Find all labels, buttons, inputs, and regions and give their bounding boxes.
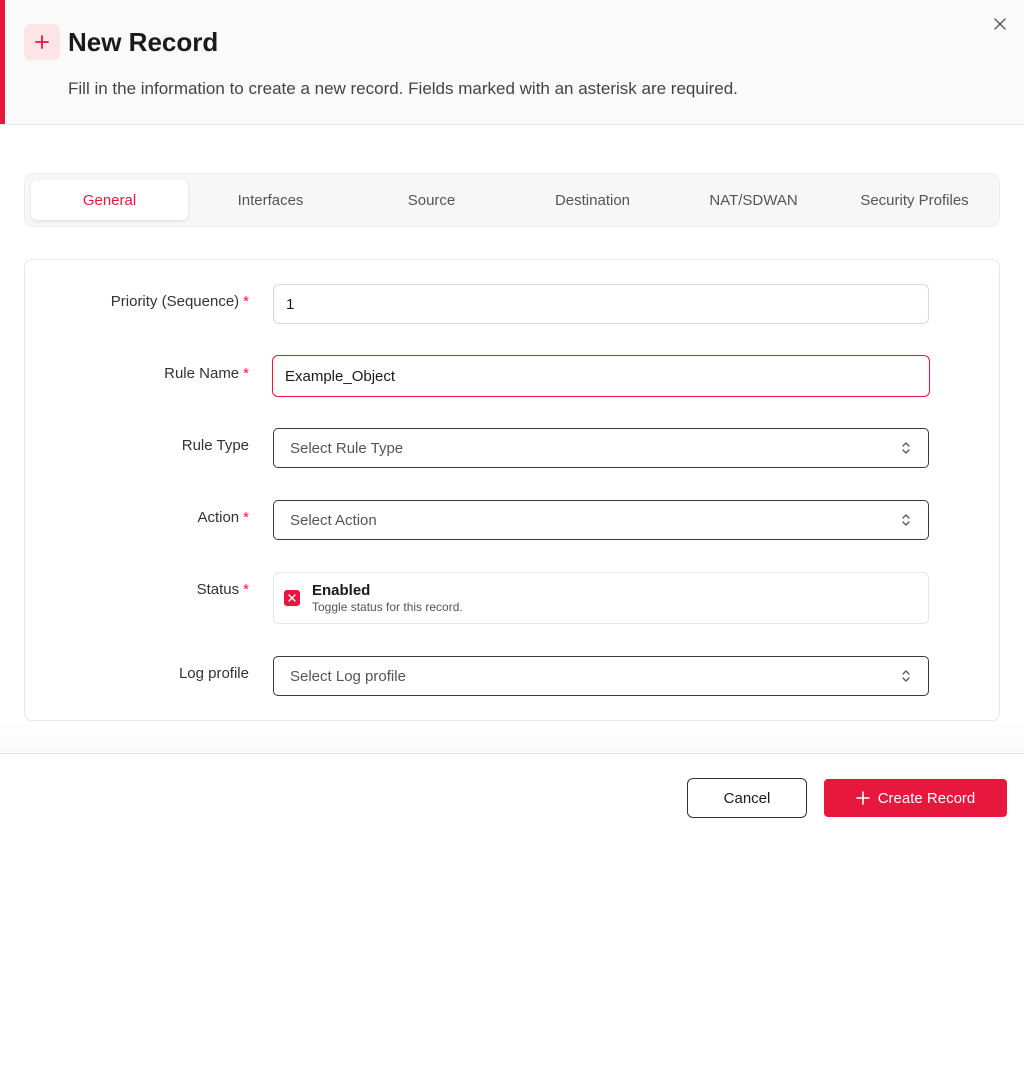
footer-fade [0,721,1024,753]
rule-type-select[interactable]: Select Rule Type [273,428,929,468]
create-record-label: Create Record [877,789,976,807]
status-title: Enabled [312,582,371,599]
tab-security-profiles[interactable]: Security Profiles [836,180,993,220]
required-marker: * [243,293,249,310]
rule-name-label: Rule Name * [164,365,249,382]
plus-icon [24,24,60,60]
tab-interfaces[interactable]: Interfaces [192,180,349,220]
plus-icon [855,791,870,805]
priority-label: Priority (Sequence) * [111,293,249,310]
chevron-up-down-icon [902,514,910,526]
status-checkbox[interactable] [284,590,300,606]
rule-name-label-text: Rule Name [164,365,240,382]
status-toggle-box[interactable] [273,572,929,624]
chevron-up-down-icon [902,442,910,454]
tab-source[interactable]: Source [353,180,510,220]
action-placeholder: Select Action [290,511,377,529]
action-select[interactable]: Select Action [273,500,929,540]
status-description: Toggle status for this record. [312,600,463,614]
close-icon[interactable] [990,14,1010,34]
log-profile-label: Log profile [178,665,249,682]
required-marker: * [243,581,249,598]
create-record-button[interactable]: Create Record [824,779,1007,817]
rule-type-label: Rule Type [181,437,249,454]
dialog-title: New Record [68,27,219,57]
log-profile-select[interactable]: Select Log profile [273,656,929,696]
action-label-text: Action [197,509,240,526]
dialog-subtitle: Fill in the information to create a new … [68,79,738,98]
tab-nat-sdwan[interactable]: NAT/SDWAN [675,180,832,220]
tab-destination[interactable]: Destination [514,180,671,220]
tab-general[interactable]: General [31,180,188,220]
chevron-up-down-icon [902,670,910,682]
tab-bar: General Interfaces Source Destination NA… [24,173,1000,227]
status-label: Status * [197,581,249,598]
x-icon [288,594,296,602]
log-profile-placeholder: Select Log profile [290,667,406,685]
form-card [24,259,1000,721]
footer-divider [0,753,1024,754]
status-label-text: Status [196,581,240,598]
dialog-header: New Record Fill in the information to cr… [0,0,1024,125]
required-marker: * [243,365,249,382]
priority-label-text: Priority (Sequence) [110,293,240,310]
header-accent-bar [0,0,5,124]
cancel-button[interactable]: Cancel [687,778,807,818]
priority-input[interactable]: 1 [273,284,929,324]
rule-type-placeholder: Select Rule Type [290,439,404,457]
action-label: Action * [197,509,249,526]
required-marker: * [243,509,249,526]
rule-name-input[interactable]: Example_Object [272,355,930,397]
